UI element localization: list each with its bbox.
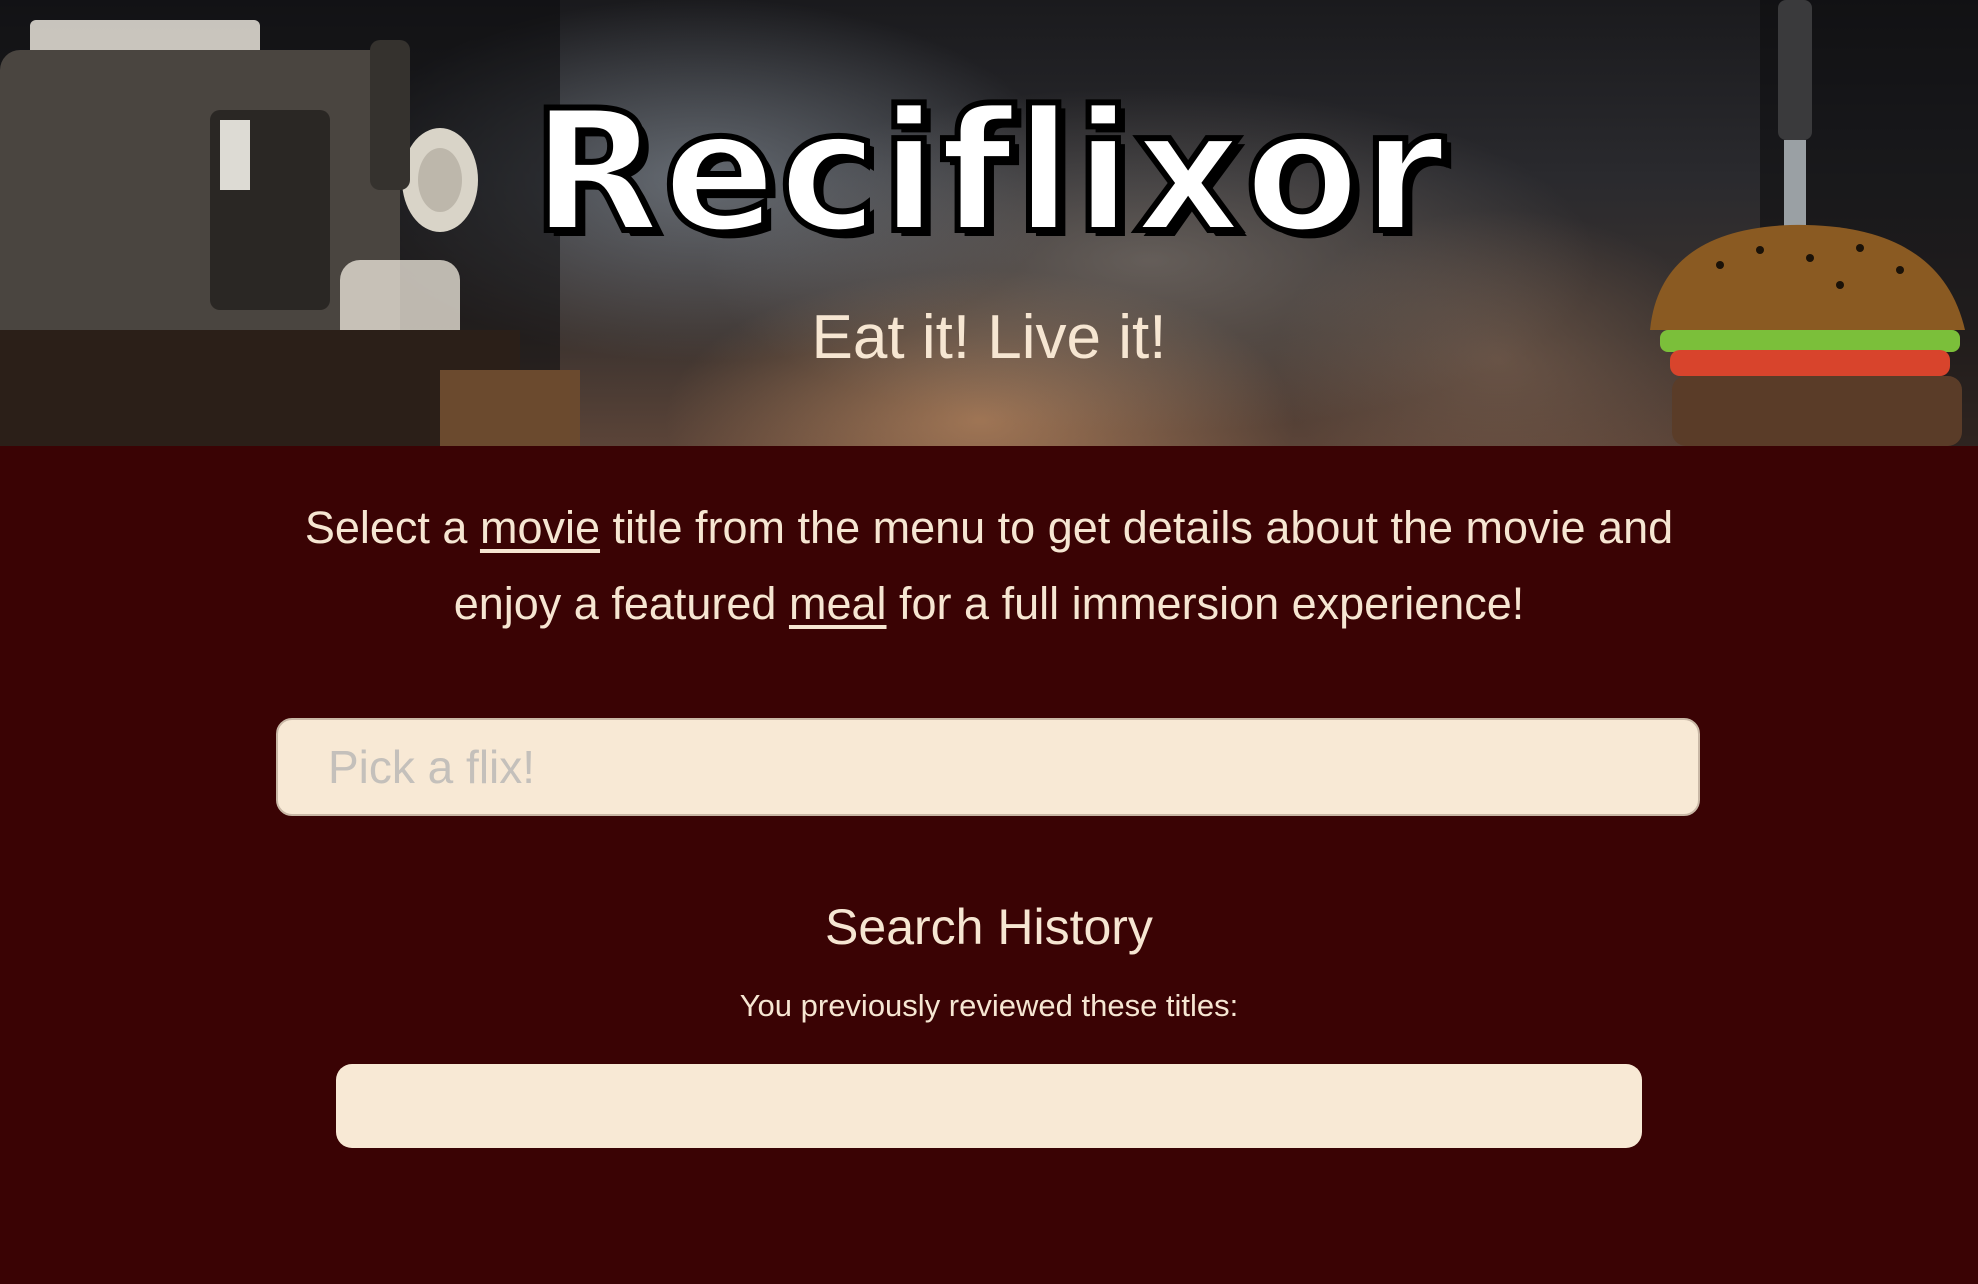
intro-text-2: title from the menu to get details about… — [600, 502, 1674, 553]
search-history-list[interactable] — [336, 1064, 1642, 1148]
hero-banner: Reciflixor Eat it! Live it! — [0, 0, 1978, 446]
intro-text-3: enjoy a featured — [453, 578, 789, 629]
meal-link[interactable]: meal — [789, 578, 887, 629]
intro-text-1: Select a — [304, 502, 480, 553]
search-history-title: Search History — [825, 899, 1153, 955]
intro-text-4: for a full immersion experience! — [886, 578, 1525, 629]
brand-logo: Reciflixor — [528, 74, 1447, 270]
tagline: Eat it! Live it! — [811, 303, 1167, 372]
movie-search-input[interactable] — [276, 718, 1700, 816]
intro-text: Select a movie title from the menu to ge… — [0, 490, 1978, 642]
search-history-subtitle: You previously reviewed these titles: — [739, 988, 1239, 1023]
movie-link[interactable]: movie — [480, 502, 600, 553]
